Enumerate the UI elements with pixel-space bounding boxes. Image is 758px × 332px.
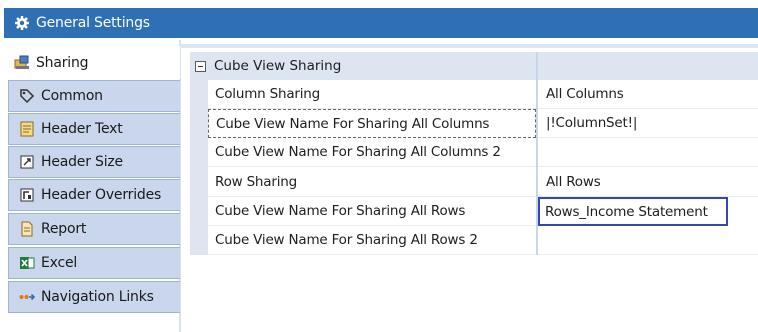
property-name[interactable]: Row Sharing (208, 168, 536, 197)
property-row[interactable]: Cube View Name For Sharing All Rows Rows… (208, 197, 758, 226)
property-grid: Cube View Sharing Column Sharing All Col… (190, 52, 758, 255)
property-value[interactable] (538, 226, 758, 255)
report-icon (19, 221, 35, 237)
property-value[interactable]: All Columns (538, 80, 758, 109)
window-title-bar: General Settings (4, 8, 758, 38)
header-overrides-icon (19, 187, 35, 203)
property-name[interactable]: Column Sharing (208, 80, 536, 109)
sidebar-item-label: Header Text (41, 121, 123, 137)
property-name[interactable]: Cube View Name For Sharing All Columns 2 (208, 138, 536, 167)
sidebar-item-label: Report (41, 221, 87, 237)
sidebar-item-label: Header Overrides (41, 187, 162, 203)
property-row[interactable]: Cube View Name For Sharing All Rows 2 (208, 226, 758, 255)
property-row[interactable]: Cube View Name For Sharing All Columns |… (208, 109, 758, 138)
property-value-editor[interactable]: Rows_Income Statement (538, 197, 728, 226)
excel-icon (19, 255, 35, 271)
tag-icon (19, 88, 35, 104)
category-label: Cube View Sharing (214, 58, 342, 74)
property-name[interactable]: Cube View Name For Sharing All Rows 2 (208, 226, 536, 255)
header-size-icon (19, 154, 35, 170)
header-text-icon (19, 121, 35, 137)
sidebar-item-report[interactable]: Report (8, 213, 180, 245)
sidebar-item-header-text[interactable]: Header Text (8, 113, 180, 145)
property-row[interactable]: Row Sharing All Rows (208, 168, 758, 197)
sidebar-item-label: Navigation Links (41, 289, 154, 305)
property-value[interactable]: |!ColumnSet!| (538, 109, 758, 138)
sidebar-item-header-overrides[interactable]: Header Overrides (8, 179, 180, 211)
sidebar-item-header-size[interactable]: Header Size (8, 146, 180, 178)
window-title: General Settings (36, 15, 150, 31)
panel-top-divider (180, 44, 758, 48)
grid-indent-band (190, 80, 208, 255)
sidebar-item-excel[interactable]: Excel (8, 247, 180, 279)
property-row[interactable]: Column Sharing All Columns (208, 80, 758, 109)
property-value[interactable] (538, 138, 758, 167)
property-row[interactable]: Cube View Name For Sharing All Columns 2 (208, 138, 758, 167)
sidebar-item-label: Sharing (36, 54, 89, 71)
sidebar-item-label: Common (41, 88, 103, 104)
sidebar-item-label: Excel (41, 255, 78, 271)
sidebar-item-navigation-links[interactable]: Navigation Links (8, 281, 180, 313)
gear-icon (14, 15, 30, 31)
sidebar-item-label: Header Size (41, 154, 123, 170)
sharing-icon (14, 55, 30, 71)
sidebar-item-sharing[interactable]: Sharing (8, 46, 180, 79)
sidebar-item-common[interactable]: Common (8, 80, 180, 112)
property-value[interactable]: All Rows (538, 168, 758, 197)
collapse-toggle-icon[interactable] (195, 60, 206, 72)
property-name[interactable]: Cube View Name For Sharing All Columns (208, 109, 536, 138)
property-name[interactable]: Cube View Name For Sharing All Rows (208, 197, 536, 226)
category-row-cube-view-sharing[interactable]: Cube View Sharing (190, 52, 758, 80)
navigation-links-icon (19, 289, 35, 305)
